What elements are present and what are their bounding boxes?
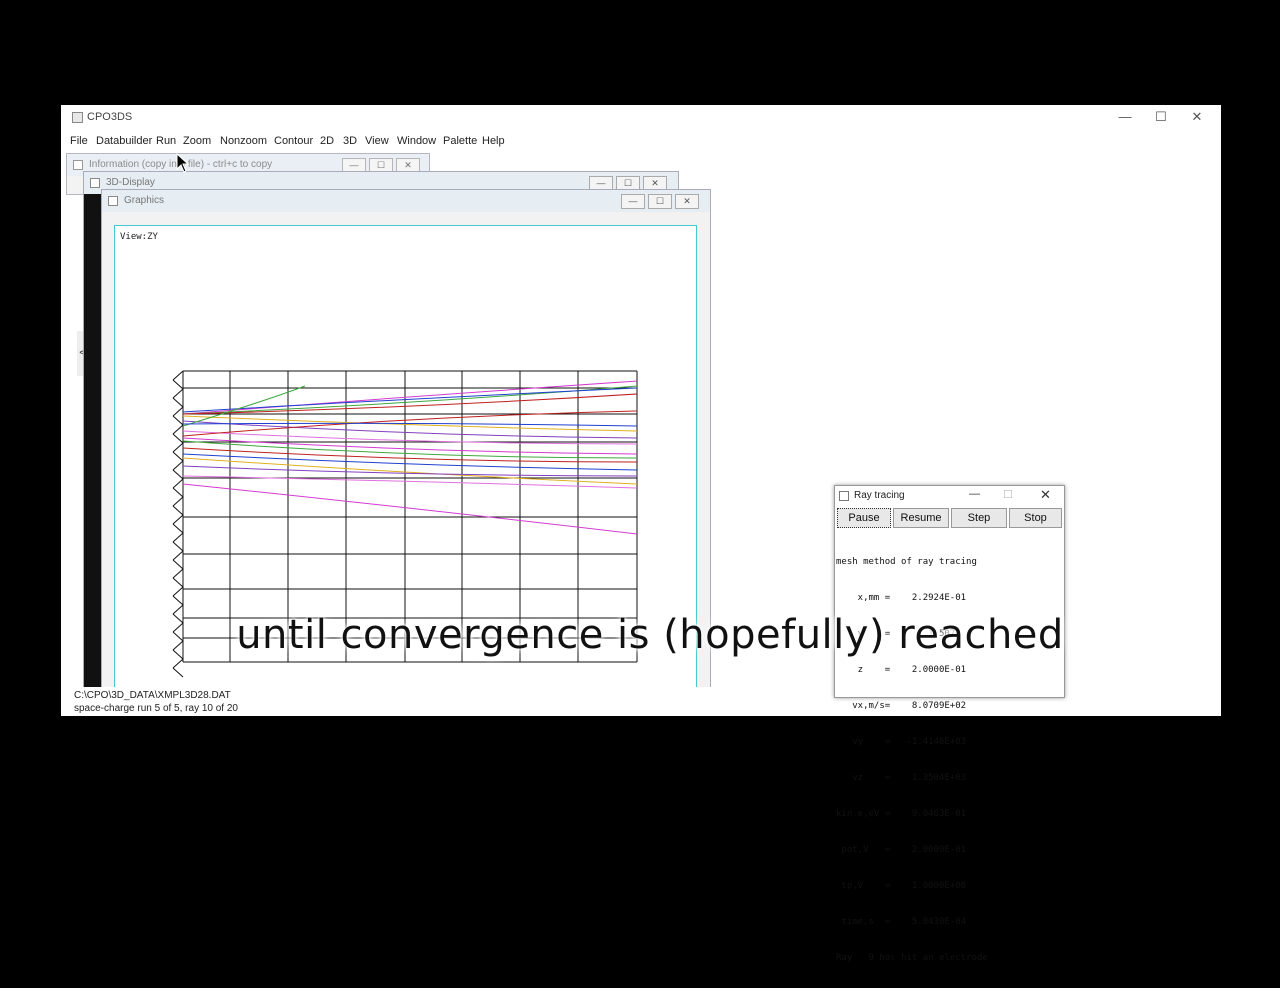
menu-file[interactable]: File	[70, 135, 88, 147]
window-icon	[108, 196, 118, 206]
maximize-button: ☐	[1003, 489, 1013, 501]
menu-bar: File Databuilder Run Zoom Nonzoom Contou…	[61, 131, 1221, 151]
log-line: vx,m/s= 8.0709E+02	[836, 701, 967, 711]
ray-tracing-title: Ray tracing	[854, 490, 905, 501]
title-bar: CPO3DS — ☐ ✕	[61, 105, 1221, 129]
close-button[interactable]: ✕	[1040, 487, 1051, 503]
menu-2d[interactable]: 2D	[320, 135, 334, 147]
log-line: Ray 9 has hit an electrode	[836, 953, 988, 963]
maximize-button[interactable]: ☐	[1143, 105, 1179, 129]
resume-button[interactable]: Resume	[893, 508, 949, 528]
log-line: tp,V = 1.0000E+00	[836, 881, 967, 891]
graphics-title: Graphics	[124, 195, 165, 206]
menu-help[interactable]: Help	[482, 135, 505, 147]
maximize-button[interactable]: ☐	[648, 194, 672, 209]
menu-3d[interactable]: 3D	[343, 135, 357, 147]
log-line: x,mm = 2.2924E-01	[836, 593, 967, 603]
menu-palette[interactable]: Palette	[443, 135, 477, 147]
ray-tracing-title-bar[interactable]: Ray tracing — ☐ ✕	[835, 486, 1064, 506]
ray-tracing-dialog[interactable]: Ray tracing — ☐ ✕ Pause Resume Step Stop…	[834, 485, 1065, 963]
menu-zoom[interactable]: Zoom	[183, 135, 211, 147]
log-line: mesh method of ray tracing	[836, 557, 977, 567]
menu-nonzoom[interactable]: Nonzoom	[220, 135, 267, 147]
minimize-button[interactable]: —	[621, 194, 645, 209]
menu-databuilder[interactable]: Databuilder	[96, 135, 152, 147]
log-line: kin.e,eV = 9.0463E-01	[836, 809, 967, 819]
log-line: z = 2.0000E-01	[836, 665, 967, 675]
minimize-button[interactable]: —	[1107, 105, 1143, 129]
step-button[interactable]: Step	[951, 508, 1007, 528]
menu-window[interactable]: Window	[397, 135, 436, 147]
stop-button[interactable]: Stop	[1009, 508, 1062, 528]
window-title: CPO3DS	[87, 111, 133, 123]
close-button[interactable]: ✕	[675, 194, 699, 209]
log-line: vy = -1.4146E+03	[836, 737, 967, 747]
status-file-path: C:\CPO\3D_DATA\XMPL3D28.DAT	[74, 690, 231, 701]
log-line: vz = 1.3504E+03	[836, 773, 967, 783]
window-icon	[90, 178, 100, 188]
status-run-progress: space-charge run 5 of 5, ray 10 of 20	[74, 703, 238, 714]
menu-run[interactable]: Run	[156, 135, 176, 147]
ray-tracing-log: mesh method of ray tracing x,mm = 2.2924…	[836, 532, 1062, 988]
close-button[interactable]: ✕	[1179, 105, 1215, 129]
app-icon	[72, 112, 83, 123]
graphics-title-bar[interactable]: Graphics — ☐ ✕	[102, 190, 710, 212]
window-icon	[73, 160, 83, 170]
window-icon	[839, 491, 849, 501]
video-caption: until convergence is (hopefully) reached	[236, 612, 1064, 658]
menu-contour[interactable]: Contour	[274, 135, 313, 147]
menu-view[interactable]: View	[365, 135, 389, 147]
3d-display-title: 3D-Display	[106, 177, 155, 188]
mouse-cursor-icon	[176, 153, 190, 173]
log-line: pot,V = 2.0000E-01	[836, 845, 967, 855]
pause-button[interactable]: Pause	[837, 508, 891, 528]
minimize-button[interactable]: —	[969, 488, 980, 500]
log-line: time,s = 5.8430E-04	[836, 917, 967, 927]
